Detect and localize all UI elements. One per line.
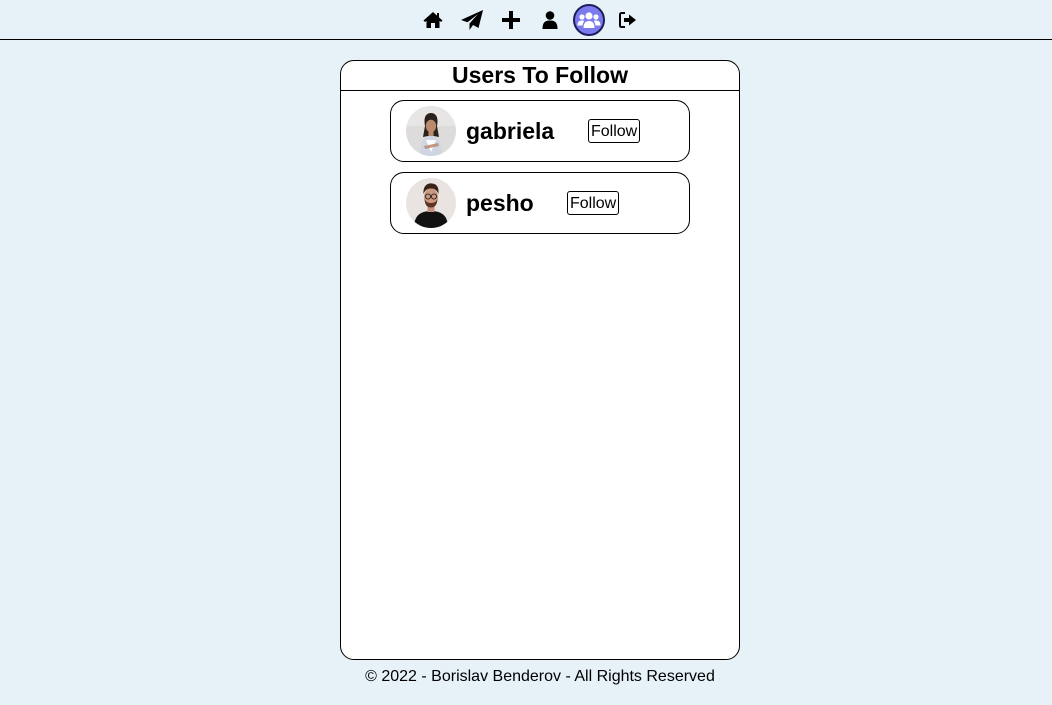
plus-icon — [501, 10, 520, 29]
follow-button[interactable]: Follow — [567, 191, 620, 215]
nav-profile[interactable] — [530, 3, 569, 37]
user-card: gabriela Follow — [390, 100, 690, 162]
user-card: pesho Follow — [390, 172, 690, 234]
top-navbar — [0, 0, 1052, 40]
footer-copyright: © 2022 - Borislav Benderov - All Rights … — [365, 668, 715, 685]
users-to-follow-panel: Users To Follow gabriela Follow pesho Fo… — [340, 60, 740, 660]
username: gabriela — [466, 118, 555, 144]
users-icon — [577, 11, 600, 28]
sign-out-icon — [618, 11, 636, 28]
nav-send[interactable] — [452, 3, 491, 37]
nav-add-post[interactable] — [491, 3, 530, 37]
nav-logout[interactable] — [608, 3, 647, 37]
panel-title: Users To Follow — [341, 61, 739, 91]
avatar[interactable] — [406, 178, 456, 228]
nav-home[interactable] — [413, 3, 452, 37]
follow-button[interactable]: Follow — [588, 119, 641, 143]
user-icon — [542, 10, 557, 29]
home-icon — [423, 11, 442, 28]
avatar[interactable] — [406, 106, 456, 156]
username: pesho — [466, 190, 534, 216]
active-indicator — [572, 3, 605, 36]
nav-icons — [413, 3, 647, 37]
nav-users-to-follow[interactable] — [569, 3, 608, 37]
paper-plane-icon — [460, 9, 483, 30]
